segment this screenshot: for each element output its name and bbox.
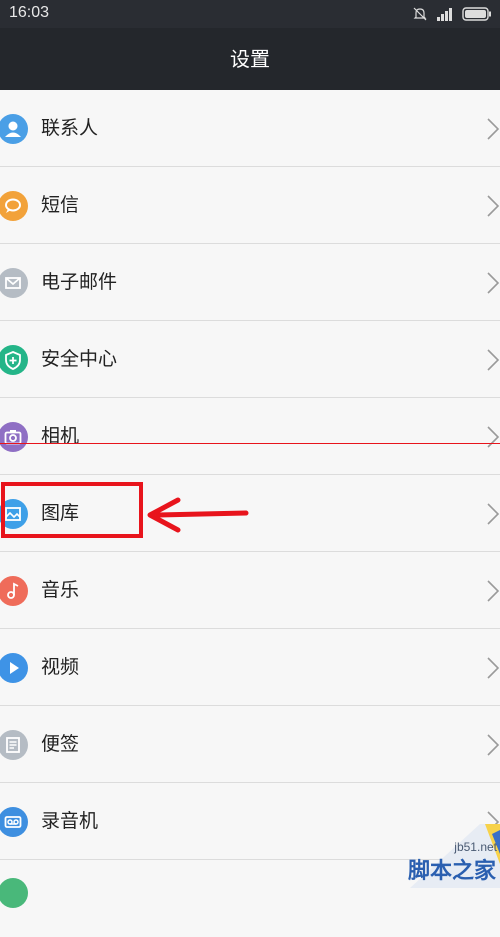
chevron-right-icon <box>487 657 500 679</box>
mute-icon <box>413 7 427 21</box>
settings-item-label: 录音机 <box>41 810 99 832</box>
settings-item-music[interactable]: 音乐 <box>0 552 500 629</box>
shield-icon <box>0 345 28 375</box>
annotation-line <box>0 443 500 444</box>
settings-item-video[interactable]: 视频 <box>0 629 500 706</box>
status-icons <box>412 6 492 22</box>
settings-item-label: 便签 <box>41 733 80 755</box>
page-title: 设置 <box>230 47 270 71</box>
settings-item-label: 联系人 <box>41 117 99 139</box>
watermark-brand: 脚本之家 <box>407 859 496 884</box>
note-icon <box>0 730 28 760</box>
settings-item-camera[interactable]: 相机 <box>0 398 500 475</box>
envelope-icon <box>0 268 28 298</box>
person-icon <box>0 114 28 144</box>
chevron-right-icon <box>487 349 500 371</box>
camera-icon <box>0 422 28 452</box>
settings-item-label: 相机 <box>41 425 80 447</box>
settings-item-label: 短信 <box>41 194 80 216</box>
settings-item-security[interactable]: 安全中心 <box>0 321 500 398</box>
chevron-right-icon <box>487 503 500 525</box>
chevron-right-icon <box>487 580 500 602</box>
chevron-right-icon <box>487 195 500 217</box>
battery-icon <box>462 7 491 21</box>
partial-app-icon <box>0 878 28 908</box>
watermark: jb51.net 脚本之家 <box>350 824 500 888</box>
title-bar: 设置 <box>0 28 500 90</box>
chat-bubble-icon <box>0 191 28 221</box>
settings-item-messages[interactable]: 短信 <box>0 167 500 244</box>
recorder-icon <box>0 807 28 837</box>
chevron-right-icon <box>487 734 500 756</box>
status-time: 16:03 <box>9 4 50 21</box>
play-icon <box>0 653 28 683</box>
settings-item-notes[interactable]: 便签 <box>0 706 500 783</box>
chevron-right-icon <box>487 118 500 140</box>
arrow-left-icon <box>147 497 249 533</box>
status-bar: 16:03 <box>0 0 500 28</box>
settings-item-label: 视频 <box>41 656 80 678</box>
settings-item-label: 安全中心 <box>41 348 118 370</box>
music-note-icon <box>0 576 28 606</box>
signal-icon <box>437 8 452 21</box>
settings-item-label: 音乐 <box>41 579 80 601</box>
chevron-right-icon <box>487 272 500 294</box>
highlight-box <box>1 482 143 538</box>
watermark-url: jb51.net <box>454 840 497 854</box>
settings-item-label: 电子邮件 <box>41 271 118 293</box>
settings-item-contacts[interactable]: 联系人 <box>0 90 500 167</box>
settings-item-email[interactable]: 电子邮件 <box>0 244 500 321</box>
chevron-right-icon <box>487 426 500 448</box>
